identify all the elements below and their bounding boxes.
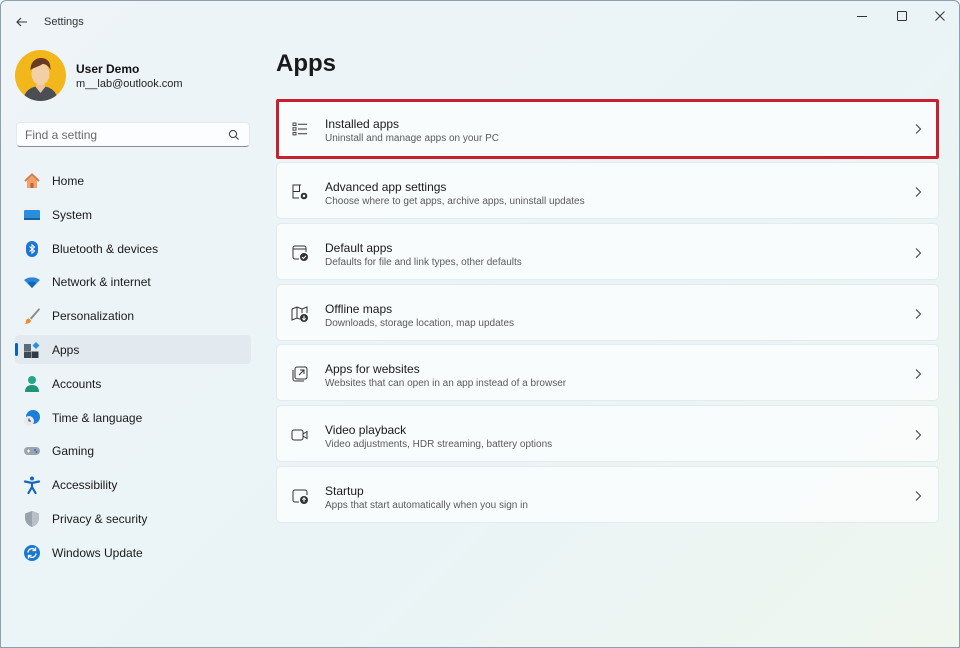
- card-startup[interactable]: Startup Apps that start automatically wh…: [276, 465, 939, 523]
- sidebar-nav: Home System Bluetooth & devices Network …: [15, 166, 251, 572]
- card-title: Installed apps: [325, 117, 400, 131]
- brush-icon: [23, 307, 41, 325]
- maximize-button[interactable]: [884, 5, 920, 27]
- app-title: Settings: [44, 16, 84, 28]
- card-subtitle: Choose where to get apps, archive apps, …: [325, 196, 585, 207]
- accessibility-icon: [23, 476, 41, 495]
- open-external-icon: [292, 366, 308, 382]
- sidebar-item-label: System: [52, 207, 93, 222]
- system-icon: [23, 206, 41, 224]
- offline-map-icon: [291, 305, 308, 322]
- list-icon: [292, 122, 307, 136]
- sidebar-item-label: Apps: [52, 342, 80, 357]
- card-subtitle: Uninstall and manage apps on your PC: [325, 133, 499, 144]
- card-subtitle: Websites that can open in an app instead…: [325, 378, 567, 390]
- wifi-icon: [23, 273, 41, 291]
- sidebar-item-label: Time & language: [52, 410, 143, 425]
- gamepad-icon: [23, 442, 41, 460]
- card-subtitle: Video adjustments, HDR streaming, batter…: [325, 439, 553, 451]
- globe-clock-icon: [23, 409, 41, 427]
- arrow-left-icon: [16, 17, 27, 27]
- chevron-right-icon: [915, 369, 922, 380]
- close-icon: [935, 11, 945, 21]
- card-title: Startup: [325, 483, 364, 498]
- sidebar-item-label: Accessibility: [52, 478, 118, 493]
- chevron-right-icon: [915, 187, 922, 197]
- app-settings-icon: [292, 184, 308, 200]
- default-apps-icon: [292, 245, 308, 261]
- sidebar-item-privacy-security[interactable]: Privacy & security: [15, 504, 251, 533]
- update-icon: [23, 544, 41, 562]
- minimize-button[interactable]: [844, 5, 880, 27]
- sidebar-item-accessibility[interactable]: Accessibility: [15, 470, 251, 499]
- card-title: Video playback: [325, 423, 407, 438]
- chevron-right-icon: [915, 124, 922, 134]
- settings-card-list: Installed apps Uninstall and manage apps…: [276, 99, 939, 527]
- sidebar-item-label: Gaming: [52, 444, 95, 459]
- user-avatar-icon: [23, 58, 58, 101]
- card-title: Offline maps: [325, 301, 393, 316]
- search-box: [16, 122, 250, 147]
- sidebar-item-system[interactable]: System: [15, 200, 251, 229]
- card-offline-maps[interactable]: Offline maps Downloads, storage location…: [276, 283, 939, 341]
- apps-icon: [23, 341, 41, 359]
- sidebar-item-label: Privacy & security: [52, 511, 148, 526]
- bluetooth-icon: [23, 240, 41, 258]
- maximize-icon: [897, 11, 907, 21]
- sidebar-item-home[interactable]: Home: [15, 166, 251, 195]
- sidebar-item-bluetooth-devices[interactable]: Bluetooth & devices: [15, 234, 251, 263]
- sidebar-item-time-language[interactable]: Time & language: [15, 403, 251, 432]
- sidebar-item-label: Windows Update: [52, 545, 143, 560]
- card-subtitle: Apps that start automatically when you s…: [325, 499, 528, 511]
- user-name: User Demo: [76, 62, 140, 76]
- settings-window: Settings User Demo m__lab@outlook.com Fi…: [0, 0, 960, 648]
- card-installed-apps[interactable]: Installed apps Uninstall and manage apps…: [276, 99, 939, 159]
- home-icon: [23, 172, 41, 190]
- chevron-right-icon: [915, 491, 922, 501]
- user-email: m__lab@outlook.com: [76, 78, 183, 90]
- active-indicator: [15, 342, 18, 356]
- card-title: Apps for websites: [325, 362, 420, 377]
- card-title: Advanced app settings: [325, 180, 447, 194]
- card-default-apps[interactable]: Default apps Defaults for file and link …: [276, 222, 939, 280]
- card-advanced-app-settings[interactable]: Advanced app settings Choose where to ge…: [276, 162, 939, 219]
- sidebar-item-label: Home: [52, 174, 85, 188]
- video-camera-icon: [291, 429, 308, 441]
- shield-icon: [23, 510, 41, 528]
- card-title: Default apps: [325, 240, 393, 255]
- sidebar-item-label: Personalization: [52, 309, 135, 324]
- close-button[interactable]: [922, 5, 958, 27]
- avatar[interactable]: [15, 50, 66, 101]
- account-icon: [23, 375, 41, 393]
- search-input[interactable]: [25, 127, 215, 143]
- card-video-playback[interactable]: Video playback Video adjustments, HDR st…: [276, 405, 939, 463]
- sidebar-item-gaming[interactable]: Gaming: [15, 436, 251, 465]
- startup-icon: [292, 489, 308, 504]
- sidebar-item-label: Bluetooth & devices: [52, 241, 159, 256]
- title-bar: Settings: [1, 1, 959, 41]
- sidebar-item-accounts[interactable]: Accounts: [15, 369, 251, 398]
- chevron-right-icon: [915, 308, 922, 319]
- chevron-right-icon: [915, 430, 922, 441]
- card-subtitle: Downloads, storage location, map updates: [325, 317, 515, 329]
- sidebar-item-label: Network & internet: [52, 275, 151, 290]
- sidebar-item-personalization[interactable]: Personalization: [15, 301, 251, 330]
- sidebar-item-label: Accounts: [52, 376, 102, 391]
- page-title: Apps: [276, 50, 336, 77]
- search-icon[interactable]: [228, 129, 240, 141]
- minimize-icon: [857, 16, 867, 17]
- back-button[interactable]: [11, 11, 33, 33]
- card-subtitle: Defaults for file and link types, other …: [325, 256, 522, 268]
- chevron-right-icon: [915, 247, 922, 258]
- card-apps-for-websites[interactable]: Apps for websites Websites that can open…: [276, 344, 939, 402]
- sidebar-item-windows-update[interactable]: Windows Update: [15, 538, 251, 567]
- sidebar-item-apps[interactable]: Apps: [15, 334, 251, 364]
- sidebar-item-network-internet[interactable]: Network & internet: [15, 267, 251, 296]
